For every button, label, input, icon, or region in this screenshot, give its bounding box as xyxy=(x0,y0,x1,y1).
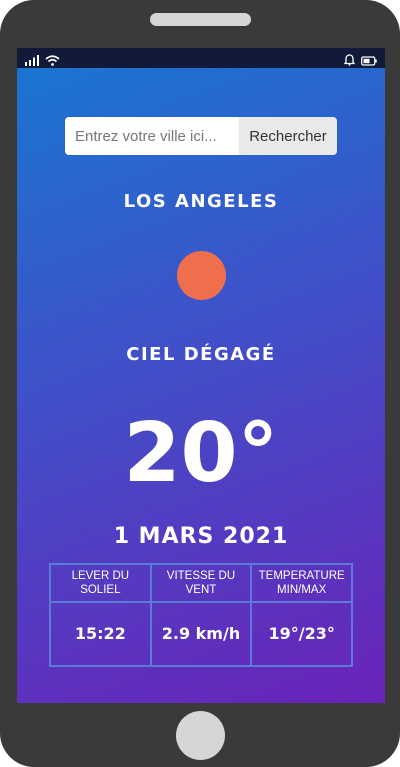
signal-icon xyxy=(25,51,40,70)
status-bar xyxy=(17,48,385,68)
table-header-row: LEVER DU SOLIEL VITESSE DU VENT TEMPERAT… xyxy=(49,563,353,603)
battery-icon xyxy=(361,51,377,70)
phone-speaker xyxy=(150,13,251,26)
search-button[interactable]: Rechercher xyxy=(239,117,337,155)
sun-icon xyxy=(177,251,226,300)
sunrise-value: 15:22 xyxy=(49,601,152,667)
min-max-temperature-value: 19°/23° xyxy=(250,601,353,667)
home-button[interactable] xyxy=(176,711,225,760)
min-max-temperature-header: TEMPERATURE MIN/MAX xyxy=(250,563,353,603)
table-row: 15:22 2.9 km/h 19°/23° xyxy=(49,601,353,667)
current-temperature: 20° xyxy=(123,406,279,501)
phone-frame: Rechercher LOS ANGELES CIEL DÉGAGÉ 20° 1… xyxy=(0,0,400,767)
wind-speed-header: VITESSE DU VENT xyxy=(149,563,253,603)
bell-icon xyxy=(343,51,356,70)
search-bar: Rechercher xyxy=(65,117,337,155)
current-date: 1 MARS 2021 xyxy=(113,524,289,549)
city-search-input[interactable] xyxy=(65,117,239,155)
app-screen: Rechercher LOS ANGELES CIEL DÉGAGÉ 20° 1… xyxy=(17,48,385,703)
wind-speed-value: 2.9 km/h xyxy=(149,601,253,667)
wifi-icon xyxy=(45,51,60,70)
city-name: LOS ANGELES xyxy=(123,191,279,212)
weather-details-table: LEVER DU SOLIEL VITESSE DU VENT TEMPERAT… xyxy=(49,563,353,667)
weather-condition: CIEL DÉGAGÉ xyxy=(126,344,276,365)
sunrise-header: LEVER DU SOLIEL xyxy=(49,563,152,603)
